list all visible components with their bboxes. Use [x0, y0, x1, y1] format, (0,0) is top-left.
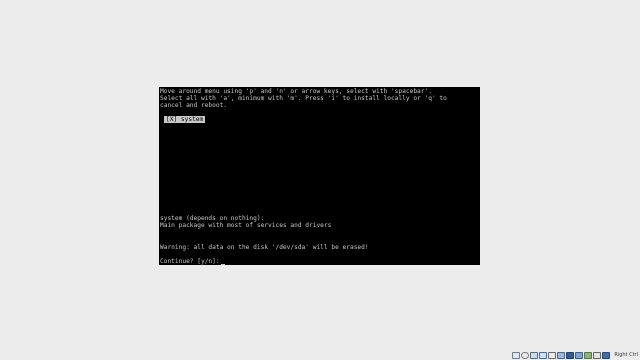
shared-folder-icon[interactable] — [557, 351, 566, 359]
continue-prompt: Continue? [y/n]: — [160, 258, 220, 265]
mouse-integration-icon[interactable] — [593, 351, 602, 359]
package-description-text: Main package with most of services and d… — [160, 222, 332, 229]
vm-console-screen[interactable]: Move around menu using 'p' and 'n' or ar… — [159, 87, 480, 265]
warning-message: Warning: all data on the disk '/dev/sda'… — [160, 244, 369, 251]
continue-prompt-line[interactable]: Continue? [y/n]: — [160, 258, 225, 265]
hdd-icon[interactable] — [512, 351, 521, 359]
display-icon[interactable] — [566, 351, 575, 359]
menu-item-system[interactable]: [X] system — [164, 116, 206, 123]
usb-icon[interactable] — [548, 351, 557, 359]
optical-drive-icon[interactable] — [521, 351, 530, 359]
keyboard-icon[interactable] — [602, 351, 611, 359]
network-icon[interactable] — [539, 351, 548, 359]
vm-status-bar: Right Ctrl — [512, 350, 640, 360]
vm-window: Move around menu using 'p' and 'n' or ar… — [0, 0, 640, 360]
audio-icon[interactable] — [530, 351, 539, 359]
video-capture-icon[interactable] — [575, 351, 584, 359]
instruction-line-3: cancel and reboot. — [160, 102, 228, 109]
host-key-label: Right Ctrl — [614, 352, 638, 358]
text-cursor — [220, 264, 225, 265]
cpu-icon[interactable] — [584, 351, 593, 359]
